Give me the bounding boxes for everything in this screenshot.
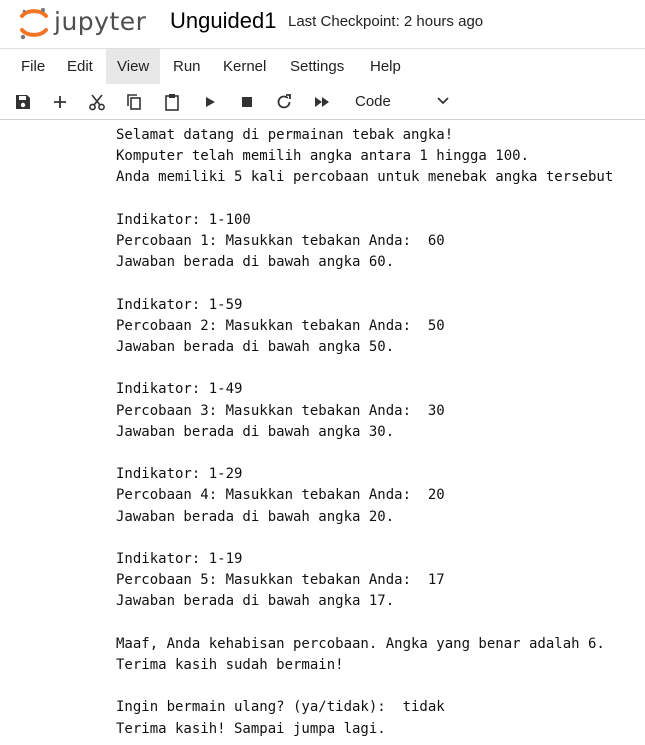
output-line: Indikator: 1-59 [116,296,243,313]
interrupt-button[interactable] [236,91,258,113]
stop-icon [242,97,252,107]
paste-button[interactable] [161,91,183,113]
run-icon [206,97,215,107]
add-cell-button[interactable] [49,91,71,113]
output-line: Percobaan 3: Masukkan tebakan Anda: 30 [116,402,445,419]
cell-output: Selamat datang di permainan tebak angka!… [116,125,613,740]
output-line: Indikator: 1-19 [116,551,243,568]
logo-text: jupyter [54,7,147,36]
save-icon [16,95,30,109]
menu-kernel[interactable]: Kernel [212,49,277,84]
output-line: Jawaban berada di bawah angka 20. [116,508,395,525]
output-line: Komputer telah memilih angka antara 1 hi… [116,148,530,165]
menu-bar: File Edit View Run Kernel Settings Help [0,48,645,85]
chevron-down-icon [437,97,449,105]
output-line: Ingin bermain ulang? (ya/tidak): tidak [116,699,445,716]
notebook-content[interactable]: Selamat datang di permainan tebak angka!… [0,120,645,745]
restart-run-all-button[interactable] [311,91,333,113]
cell-type-select[interactable]: Code [348,88,458,115]
restart-button[interactable] [273,91,295,113]
notebook-toolbar: Code [0,84,645,120]
run-button[interactable] [199,91,221,113]
menu-view[interactable]: View [106,49,161,84]
output-line: Terima kasih! Sampai jumpa lagi. [116,720,386,737]
output-line: Percobaan 4: Masukkan tebakan Anda: 20 [116,487,445,504]
menu-help[interactable]: Help [359,49,412,84]
output-line: Jawaban berada di bawah angka 17. [116,593,395,610]
output-line: Jawaban berada di bawah angka 30. [116,423,395,440]
fast-forward-icon [315,97,329,107]
output-line: Percobaan 2: Masukkan tebakan Anda: 50 [116,317,445,334]
output-line: Jawaban berada di bawah angka 60. [116,254,395,271]
add-icon [54,96,66,108]
menu-settings[interactable]: Settings [279,49,355,84]
restart-icon [277,94,291,109]
output-line: Maaf, Anda kehabisan percobaan. Angka ya… [116,635,605,652]
jupyter-logo[interactable]: jupyter [18,6,158,40]
cell-type-value: Code [355,93,391,110]
copy-icon [127,94,141,110]
cut-button[interactable] [86,91,108,113]
output-line: Percobaan 1: Masukkan tebakan Anda: 60 [116,233,445,250]
notebook-title[interactable]: Unguided1 [170,8,276,34]
menu-edit[interactable]: Edit [56,49,104,84]
output-line: Terima kasih sudah bermain! [116,657,344,674]
output-line: Jawaban berada di bawah angka 50. [116,339,395,356]
output-line: Indikator: 1-49 [116,381,243,398]
output-line: Indikator: 1-29 [116,466,243,483]
output-line: Selamat datang di permainan tebak angka! [116,127,454,143]
cut-icon [89,94,105,111]
paste-icon [165,94,179,111]
copy-button[interactable] [123,91,145,113]
cell-gutter [0,120,5,745]
save-button[interactable] [12,91,34,113]
output-line: Percobaan 5: Masukkan tebakan Anda: 17 [116,572,445,589]
checkpoint-status: Last Checkpoint: 2 hours ago [288,13,484,30]
output-line: Anda memiliki 5 kali percobaan untuk men… [116,169,614,186]
jupyter-logo-icon [20,8,48,40]
output-line: Indikator: 1-100 [116,211,251,228]
menu-file[interactable]: File [10,49,56,84]
menu-run[interactable]: Run [162,49,212,84]
notebook-header: jupyter Unguided1 Last Checkpoint: 2 hou… [0,0,645,48]
